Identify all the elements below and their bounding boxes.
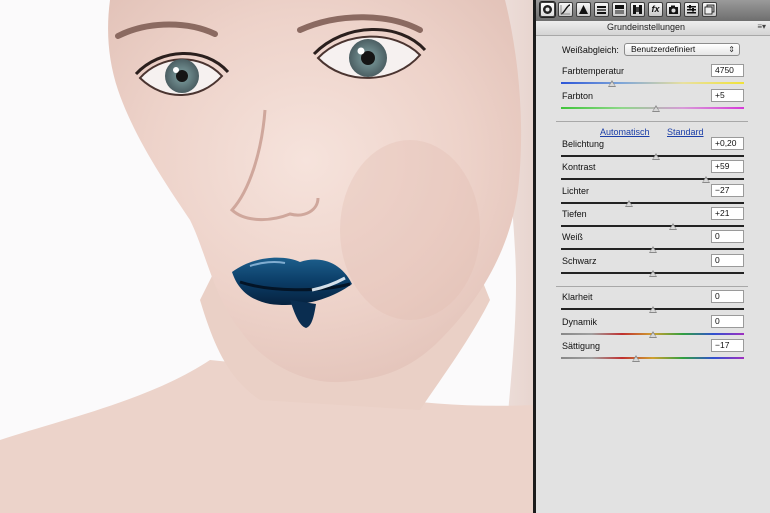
slider-knob-5[interactable] <box>668 223 677 230</box>
slider-knob-10[interactable] <box>632 355 641 362</box>
detail-triangle-icon[interactable] <box>576 2 591 17</box>
slider-value-field-10[interactable]: −17 <box>711 339 744 352</box>
slider-track-5[interactable] <box>561 225 744 227</box>
section-separator <box>556 121 748 122</box>
slider-value-field-7[interactable]: 0 <box>711 254 744 267</box>
default-link[interactable]: Standard <box>667 127 704 137</box>
tone-curve-icon[interactable] <box>558 2 573 17</box>
slider-label-6: Weiß <box>562 232 583 242</box>
split-toning-icon[interactable] <box>612 2 627 17</box>
slider-label-7: Schwarz <box>562 256 597 266</box>
slider-value-field-4[interactable]: −27 <box>711 184 744 197</box>
slider-label-0: Farbtemperatur <box>562 66 625 76</box>
slider-value-field-6[interactable]: 0 <box>711 230 744 243</box>
slider-knob-6[interactable] <box>648 246 657 253</box>
slider-label-2: Belichtung <box>562 139 605 149</box>
slider-track-4[interactable] <box>561 202 744 204</box>
fx-icon[interactable]: fx <box>648 2 663 17</box>
slider-value-field-3[interactable]: +59 <box>711 160 744 173</box>
slider-value-field-1[interactable]: +5 <box>711 89 744 102</box>
slider-label-9: Dynamik <box>562 317 598 327</box>
panel-title: Grundeinstellungen <box>606 22 686 32</box>
portrait-image <box>0 0 533 513</box>
camera-calibration-icon[interactable] <box>666 2 681 17</box>
white-balance-select[interactable]: Benutzerdefiniert ⇕ <box>624 43 740 56</box>
white-balance-label: Weißabgleich: <box>562 45 619 55</box>
slider-value-field-8[interactable]: 0 <box>711 290 744 303</box>
lens-corrections-icon[interactable] <box>630 2 645 17</box>
slider-knob-2[interactable] <box>652 153 661 160</box>
panel-title-bar: Grundeinstellungen ≡▾ <box>536 21 770 36</box>
slider-label-10: Sättigung <box>562 341 601 351</box>
select-arrows-icon: ⇕ <box>728 45 735 54</box>
panel-menu-icon[interactable]: ≡▾ <box>757 22 766 31</box>
slider-track-0[interactable] <box>561 82 744 84</box>
slider-knob-1[interactable] <box>652 105 661 112</box>
snapshots-icon[interactable] <box>702 2 717 17</box>
slider-label-8: Klarheit <box>562 292 593 302</box>
slider-label-4: Lichter <box>562 186 590 196</box>
auto-link[interactable]: Automatisch <box>600 127 650 137</box>
slider-value-field-2[interactable]: +0,20 <box>711 137 744 150</box>
slider-label-5: Tiefen <box>562 209 587 219</box>
slider-label-3: Kontrast <box>562 162 596 172</box>
slider-track-3[interactable] <box>561 178 744 180</box>
slider-knob-0[interactable] <box>608 80 617 87</box>
adjustment-panel: fx Grundeinstellungen ≡▾ Weißabgleich: B… <box>536 0 770 513</box>
photo-preview[interactable] <box>0 0 533 513</box>
slider-knob-8[interactable] <box>648 306 657 313</box>
slider-knob-4[interactable] <box>624 200 633 207</box>
slider-track-10[interactable] <box>561 357 744 359</box>
camera-raw-window: fx Grundeinstellungen ≡▾ Weißabgleich: B… <box>0 0 770 513</box>
slider-knob-9[interactable] <box>648 331 657 338</box>
white-balance-value: Benutzerdefiniert <box>631 44 696 54</box>
slider-knob-3[interactable] <box>701 176 710 183</box>
slider-value-field-9[interactable]: 0 <box>711 315 744 328</box>
slider-value-field-0[interactable]: 4750 <box>711 64 744 77</box>
section-separator <box>556 286 748 287</box>
panel-toolbar: fx <box>536 0 770 22</box>
slider-knob-7[interactable] <box>648 270 657 277</box>
hsl-icon[interactable] <box>594 2 609 17</box>
presets-icon[interactable] <box>684 2 699 17</box>
camera-aperture-icon[interactable] <box>540 2 555 17</box>
slider-value-field-5[interactable]: +21 <box>711 207 744 220</box>
slider-label-1: Farbton <box>562 91 594 101</box>
